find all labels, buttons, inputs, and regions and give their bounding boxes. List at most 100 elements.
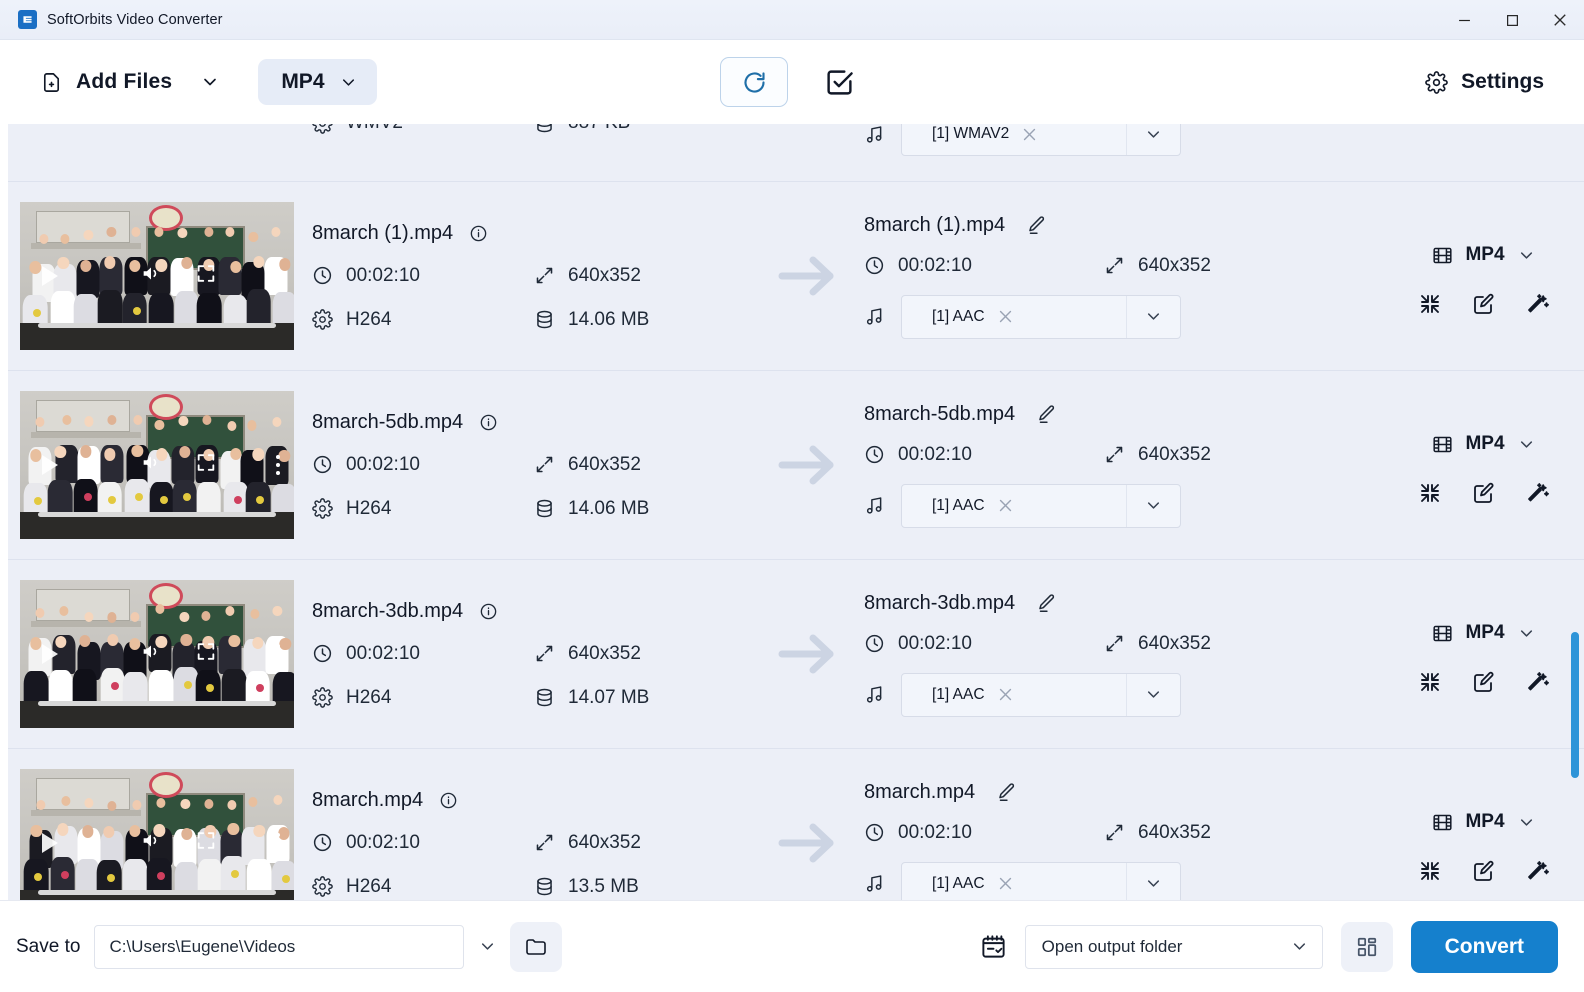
close-icon[interactable] bbox=[997, 497, 1014, 514]
source-resolution-value: 640x352 bbox=[568, 264, 641, 286]
audio-track-field[interactable]: [1] WMAV2 bbox=[901, 124, 1181, 156]
global-format-selector[interactable]: MP4 bbox=[258, 59, 377, 105]
close-icon[interactable] bbox=[997, 875, 1014, 892]
close-button[interactable] bbox=[1536, 0, 1584, 40]
settings-button[interactable]: Settings bbox=[1413, 61, 1556, 103]
resize-icon bbox=[1104, 633, 1125, 654]
compress-icon[interactable] bbox=[1418, 292, 1442, 316]
info-icon[interactable] bbox=[479, 602, 498, 621]
file-row[interactable]: 8march.mp4 00:02:10 640x352 H264 13.5 MB… bbox=[8, 749, 1584, 900]
scrollbar-thumb[interactable] bbox=[1571, 632, 1579, 778]
more-options-icon[interactable] bbox=[276, 266, 280, 286]
fullscreen-icon[interactable] bbox=[195, 452, 217, 479]
more-options-icon[interactable] bbox=[276, 644, 280, 664]
video-thumbnail[interactable] bbox=[20, 769, 294, 900]
maximize-button[interactable] bbox=[1488, 0, 1536, 40]
batch-grid-button[interactable] bbox=[1340, 921, 1393, 972]
settings-label: Settings bbox=[1461, 70, 1544, 93]
fullscreen-icon[interactable] bbox=[195, 263, 217, 290]
audio-track-field[interactable]: [1] AAC bbox=[901, 483, 1181, 528]
playback-progress-bar[interactable] bbox=[38, 701, 276, 706]
convert-button[interactable]: Convert bbox=[1410, 920, 1558, 973]
pencil-icon[interactable] bbox=[1035, 403, 1057, 425]
edit-square-icon[interactable] bbox=[1472, 292, 1496, 316]
info-icon[interactable] bbox=[439, 791, 458, 810]
audio-track-dropdown[interactable] bbox=[1126, 124, 1180, 155]
destination-name-line: 8march-3db.mp4 bbox=[864, 592, 1388, 615]
video-thumbnail[interactable] bbox=[20, 580, 294, 728]
gear-icon bbox=[312, 309, 333, 330]
select-all-button[interactable] bbox=[814, 57, 864, 107]
output-path-input[interactable]: C:\Users\Eugene\Videos bbox=[94, 924, 465, 969]
audio-track-dropdown[interactable] bbox=[1126, 484, 1180, 527]
magic-wand-icon[interactable] bbox=[1526, 481, 1550, 505]
info-icon[interactable] bbox=[469, 224, 488, 243]
volume-icon[interactable] bbox=[140, 452, 162, 479]
audio-track-field[interactable]: [1] AAC bbox=[901, 861, 1181, 900]
play-icon[interactable] bbox=[42, 644, 58, 664]
play-icon[interactable] bbox=[42, 266, 58, 286]
fullscreen-icon[interactable] bbox=[195, 641, 217, 668]
source-codec: H264 bbox=[312, 687, 534, 709]
video-thumbnail-clipped[interactable] bbox=[20, 124, 294, 181]
playback-progress-bar[interactable] bbox=[38, 512, 276, 517]
more-options-icon[interactable] bbox=[276, 455, 280, 475]
pencil-icon[interactable] bbox=[1025, 214, 1047, 236]
file-list[interactable]: WMV2 887 KB [1] WMAV2 bbox=[8, 124, 1584, 900]
audio-track-field[interactable]: [1] AAC bbox=[901, 672, 1181, 717]
add-files-button[interactable]: Add Files bbox=[34, 61, 180, 103]
row-format-selector[interactable]: MP4 bbox=[1418, 803, 1549, 841]
chevron-down-icon bbox=[339, 73, 358, 92]
close-icon[interactable] bbox=[1021, 126, 1038, 143]
pencil-icon[interactable] bbox=[995, 781, 1017, 803]
output-path-dropdown-button[interactable] bbox=[464, 925, 510, 969]
magic-wand-icon[interactable] bbox=[1526, 670, 1550, 694]
refresh-button[interactable] bbox=[720, 57, 788, 107]
minimize-button[interactable] bbox=[1440, 0, 1488, 40]
close-icon[interactable] bbox=[997, 308, 1014, 325]
pencil-icon[interactable] bbox=[1035, 592, 1057, 614]
playback-progress-bar[interactable] bbox=[38, 323, 276, 328]
magic-wand-icon[interactable] bbox=[1526, 859, 1550, 883]
play-icon[interactable] bbox=[42, 833, 58, 853]
play-icon[interactable] bbox=[42, 455, 58, 475]
file-row-partial[interactable]: WMV2 887 KB [1] WMAV2 bbox=[8, 124, 1584, 182]
playback-progress-bar[interactable] bbox=[38, 890, 276, 895]
fullscreen-icon[interactable] bbox=[195, 830, 217, 857]
compress-icon[interactable] bbox=[1418, 859, 1442, 883]
add-files-dropdown-button[interactable] bbox=[190, 62, 230, 102]
audio-track-dropdown[interactable] bbox=[1126, 862, 1180, 900]
source-filesize-value: 14.06 MB bbox=[568, 497, 650, 519]
browse-folder-button[interactable] bbox=[510, 921, 563, 972]
row-format-selector[interactable]: MP4 bbox=[1418, 425, 1549, 463]
close-icon[interactable] bbox=[997, 686, 1014, 703]
file-row[interactable]: 8march-5db.mp4 00:02:10 640x352 H264 14.… bbox=[8, 371, 1584, 560]
clock-icon bbox=[312, 643, 333, 664]
row-format-selector[interactable]: MP4 bbox=[1418, 236, 1549, 274]
after-convert-select[interactable]: Open output folder bbox=[1024, 924, 1323, 969]
row-format-selector[interactable]: MP4 bbox=[1418, 614, 1549, 652]
audio-track-dropdown[interactable] bbox=[1126, 295, 1180, 338]
file-row[interactable]: 8march-3db.mp4 00:02:10 640x352 H264 14.… bbox=[8, 560, 1584, 749]
edit-square-icon[interactable] bbox=[1472, 481, 1496, 505]
audio-track-row: [1] AAC bbox=[864, 861, 1388, 900]
compress-icon[interactable] bbox=[1418, 670, 1442, 694]
info-icon[interactable] bbox=[479, 413, 498, 432]
volume-icon[interactable] bbox=[140, 263, 162, 290]
file-row[interactable]: 8march (1).mp4 00:02:10 640x352 H264 14.… bbox=[8, 182, 1584, 371]
audio-track-dropdown[interactable] bbox=[1126, 673, 1180, 716]
volume-icon[interactable] bbox=[140, 641, 162, 668]
edit-square-icon[interactable] bbox=[1472, 859, 1496, 883]
volume-icon[interactable] bbox=[140, 830, 162, 857]
video-thumbnail[interactable] bbox=[20, 391, 294, 539]
source-info: 8march.mp4 00:02:10 640x352 H264 13.5 MB bbox=[294, 789, 754, 898]
audio-track-field[interactable]: [1] AAC bbox=[901, 294, 1181, 339]
compress-icon[interactable] bbox=[1418, 481, 1442, 505]
more-options-icon[interactable] bbox=[276, 833, 280, 853]
after-convert-value: Open output folder bbox=[1041, 936, 1183, 956]
edit-square-icon[interactable] bbox=[1472, 670, 1496, 694]
video-thumbnail[interactable] bbox=[20, 202, 294, 350]
calendar-check-icon[interactable] bbox=[980, 933, 1007, 960]
list-scrollbar[interactable] bbox=[1571, 124, 1579, 900]
magic-wand-icon[interactable] bbox=[1526, 292, 1550, 316]
